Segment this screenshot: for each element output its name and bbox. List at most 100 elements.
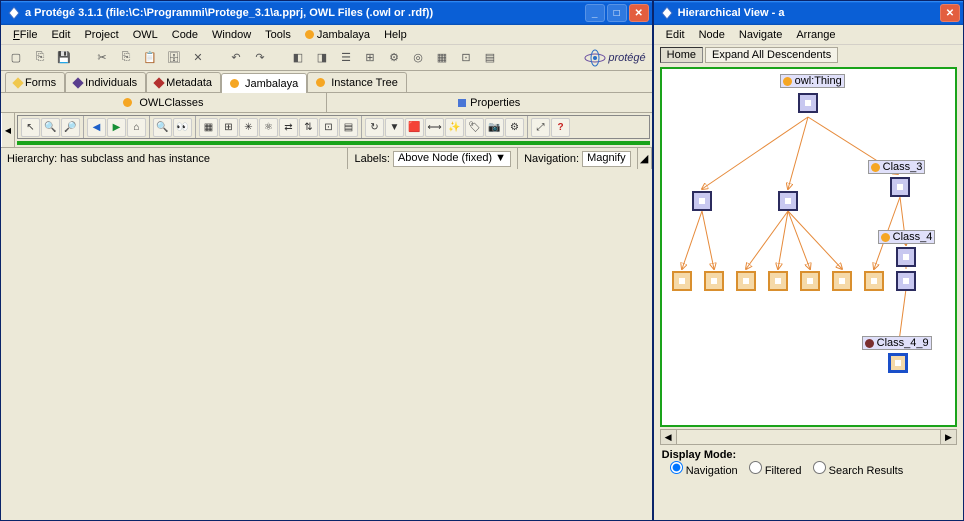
paste-icon[interactable]: 📋 xyxy=(141,49,159,67)
expand-icon[interactable]: ⤢ xyxy=(531,118,550,137)
resize-grip[interactable]: ◢ xyxy=(638,148,652,169)
tool-i-icon[interactable]: ▤ xyxy=(481,49,499,67)
main-titlebar[interactable]: a Protégé 3.1.1 (file:\C:\Programmi\Prot… xyxy=(1,1,652,25)
zoom-in-icon[interactable]: 🔍 xyxy=(41,118,60,137)
tool-g-icon[interactable]: ▦ xyxy=(433,49,451,67)
menu-owl[interactable]: OWL xyxy=(127,28,164,42)
layout-treemap-icon[interactable]: ▤ xyxy=(339,118,358,137)
instance-leaf[interactable] xyxy=(672,271,692,291)
menu-jambalaya[interactable]: Jambalaya xyxy=(299,28,376,42)
arc-icon[interactable]: ⟷ xyxy=(425,118,444,137)
open-icon[interactable]: ⎘ xyxy=(31,49,49,67)
menu-help[interactable]: Help xyxy=(378,28,413,42)
labels-combo[interactable]: Above Node (fixed) ▼ xyxy=(393,151,511,167)
tool-b-icon[interactable]: ◨ xyxy=(313,49,331,67)
subtab-owlclasses[interactable]: OWLClasses xyxy=(1,93,327,112)
hierarchy-value[interactable]: has subclass and has instance xyxy=(60,153,210,165)
zoom-out-icon[interactable]: 🔎 xyxy=(61,118,80,137)
hier-canvas[interactable]: owl:Thing Class_3 Class_4 Class_4_9 xyxy=(660,67,957,427)
tab-jambalaya[interactable]: Jambalaya xyxy=(221,73,307,93)
class-4-node[interactable] xyxy=(896,247,916,267)
save-icon[interactable]: 💾 xyxy=(55,49,73,67)
layout-spring-icon[interactable]: ⚛ xyxy=(259,118,278,137)
archive-icon[interactable]: 🗄 xyxy=(165,49,183,67)
tab-individuals[interactable]: Individuals xyxy=(65,72,146,92)
class-4-9-node[interactable] xyxy=(888,353,908,373)
snapshot-icon[interactable]: 📷 xyxy=(485,118,504,137)
hier-menu-edit[interactable]: Edit xyxy=(660,28,691,42)
forward-icon[interactable]: ▶ xyxy=(107,118,126,137)
hier-menu-navigate[interactable]: Navigate xyxy=(733,28,788,42)
class-node[interactable] xyxy=(778,191,798,211)
graph-canvas[interactable]: owl:Thing Class_1 Class_2 xyxy=(17,141,650,145)
layout-sugiyama-icon[interactable]: ⊡ xyxy=(319,118,338,137)
tool-a-icon[interactable]: ◧ xyxy=(289,49,307,67)
radio-filtered[interactable]: Filtered xyxy=(749,465,802,477)
help-icon[interactable]: ? xyxy=(551,118,570,137)
menu-file[interactable]: FFile xyxy=(7,28,43,42)
layout-tree-icon[interactable]: ⊞ xyxy=(219,118,238,137)
undo-icon[interactable]: ↶ xyxy=(227,49,245,67)
instance-leaf[interactable] xyxy=(736,271,756,291)
layout-vert-icon[interactable]: ⇅ xyxy=(299,118,318,137)
color-icon[interactable]: 🟥 xyxy=(405,118,424,137)
refresh-icon[interactable]: ↻ xyxy=(365,118,384,137)
tool-c-icon[interactable]: ☰ xyxy=(337,49,355,67)
menu-code[interactable]: Code xyxy=(166,28,204,42)
layout-radial-icon[interactable]: ✳ xyxy=(239,118,258,137)
tab-forms[interactable]: Forms xyxy=(5,72,65,92)
new-icon[interactable]: ▢ xyxy=(7,49,25,67)
hier-menu-arrange[interactable]: Arrange xyxy=(790,28,841,42)
class-node[interactable] xyxy=(692,191,712,211)
class-3-node[interactable] xyxy=(890,177,910,197)
settings-icon[interactable]: ⚙ xyxy=(505,118,524,137)
wand-icon[interactable]: ✨ xyxy=(445,118,464,137)
binoculars-icon[interactable]: 👀 xyxy=(173,118,192,137)
delete-icon[interactable]: ✕ xyxy=(189,49,207,67)
home-button[interactable]: Home xyxy=(660,47,703,63)
close-button[interactable]: ✕ xyxy=(629,4,649,22)
hier-menu-node[interactable]: Node xyxy=(693,28,731,42)
instance-leaf[interactable] xyxy=(768,271,788,291)
scroll-left-icon[interactable]: ◀ xyxy=(661,430,677,444)
scroll-right-icon[interactable]: ▶ xyxy=(940,430,956,444)
instance-leaf[interactable] xyxy=(832,271,852,291)
subtab-properties[interactable]: Properties xyxy=(327,93,652,112)
hier-titlebar[interactable]: Hierarchical View - a ✕ xyxy=(654,1,963,25)
expand-all-button[interactable]: Expand All Descendents xyxy=(705,47,838,63)
navigation-combo[interactable]: Magnify xyxy=(582,151,631,167)
menu-window[interactable]: Window xyxy=(206,28,257,42)
root-node[interactable] xyxy=(798,93,818,113)
maximize-button[interactable]: □ xyxy=(607,4,627,22)
layout-horiz-icon[interactable]: ⇄ xyxy=(279,118,298,137)
instance-leaf[interactable] xyxy=(864,271,884,291)
menu-edit[interactable]: Edit xyxy=(45,28,76,42)
pointer-icon[interactable]: ↖ xyxy=(21,118,40,137)
class-node[interactable] xyxy=(896,271,916,291)
tool-d-icon[interactable]: ⊞ xyxy=(361,49,379,67)
hier-scrollbar[interactable]: ◀ ▶ xyxy=(660,429,957,445)
label-icon[interactable]: 🏷 xyxy=(465,118,484,137)
left-gutter[interactable]: ◀ xyxy=(1,113,15,147)
search-icon[interactable]: 🔍 xyxy=(153,118,172,137)
tab-metadata[interactable]: Metadata xyxy=(146,72,221,92)
radio-navigation[interactable]: Navigation xyxy=(670,465,738,477)
instance-leaf[interactable] xyxy=(800,271,820,291)
filter-icon[interactable]: ▼ xyxy=(385,118,404,137)
tool-f-icon[interactable]: ◎ xyxy=(409,49,427,67)
instance-leaf[interactable] xyxy=(704,271,724,291)
redo-icon[interactable]: ↷ xyxy=(251,49,269,67)
minimize-button[interactable]: _ xyxy=(585,4,605,22)
close-button[interactable]: ✕ xyxy=(940,4,960,22)
layout-grid-icon[interactable]: ▦ xyxy=(199,118,218,137)
menu-project[interactable]: Project xyxy=(78,28,124,42)
radio-search-results[interactable]: Search Results xyxy=(813,465,904,477)
cut-icon[interactable]: ✂ xyxy=(93,49,111,67)
tool-e-icon[interactable]: ⚙ xyxy=(385,49,403,67)
tab-instance-tree[interactable]: Instance Tree xyxy=(307,72,407,92)
home-icon[interactable]: ⌂ xyxy=(127,118,146,137)
tool-h-icon[interactable]: ⊡ xyxy=(457,49,475,67)
menu-tools[interactable]: Tools xyxy=(259,28,297,42)
copy-icon[interactable]: ⎘ xyxy=(117,49,135,67)
back-icon[interactable]: ◀ xyxy=(87,118,106,137)
